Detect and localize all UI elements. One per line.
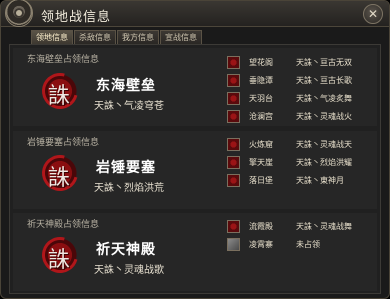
section-title: 岩锤要塞占领信息 bbox=[27, 138, 100, 148]
occupant-name: 落日堡 bbox=[249, 176, 273, 185]
fort-name: 岩锤要塞 bbox=[96, 160, 156, 176]
tab-our-info[interactable]: 我方信息 bbox=[117, 30, 159, 44]
tab-bar: 领地信息 杀敌信息 我方信息 宣战信息 bbox=[31, 30, 202, 44]
close-button[interactable]: ✕ bbox=[363, 4, 383, 24]
occupant-row[interactable]: 火炼窟 天誅丶灵魂战天 bbox=[227, 136, 377, 154]
occupant-row[interactable]: 流霞殿 天誅丶灵魂战舞 bbox=[227, 218, 377, 236]
occupant-name: 火炼窟 bbox=[249, 140, 273, 149]
occupant-row[interactable]: 垂隐潭 天誅丶亘古长歌 bbox=[227, 72, 377, 90]
title-bar: 领地战信息 ✕ bbox=[1, 0, 389, 27]
occupant-row[interactable]: 落日堡 天誅丶東神月 bbox=[227, 172, 377, 190]
occupant-name: 垂隐潭 bbox=[249, 76, 273, 85]
alliance-seal-icon bbox=[227, 110, 240, 123]
fort-alliance: 天誅丶灵魂战歌 bbox=[94, 265, 164, 276]
alliance-seal-icon bbox=[227, 156, 240, 169]
occupant-alliance: 天誅丶灵魂战舞 bbox=[296, 222, 352, 231]
seal-glyph: 誅 bbox=[48, 248, 71, 273]
seal-glyph: 誅 bbox=[48, 84, 71, 109]
section-title: 祈天神殿占领信息 bbox=[27, 220, 100, 230]
guild-emblem-icon bbox=[5, 0, 33, 27]
section-prayer-temple: 祈天神殿占领信息 誅 祈天神殿 天誅丶灵魂战歌 流霞殿 天誅丶灵魂战舞 凌霄寨 … bbox=[13, 213, 377, 291]
occupant-row[interactable]: 沧澜宫 天誅丶灵魂战火 bbox=[227, 108, 377, 126]
occupant-alliance: 天誅丶亘古无双 bbox=[296, 58, 352, 67]
occupant-name: 沧澜宫 bbox=[249, 112, 273, 121]
occupant-alliance: 天誅丶气凌炙舞 bbox=[296, 94, 352, 103]
alliance-seal-icon bbox=[227, 74, 240, 87]
section-title: 东海壁垒占领信息 bbox=[27, 55, 100, 65]
alliance-seal-icon bbox=[227, 92, 240, 105]
seal-glyph: 誅 bbox=[48, 166, 71, 191]
occupant-row[interactable]: 望花阁 天誅丶亘古无双 bbox=[227, 54, 377, 72]
window-title: 领地战信息 bbox=[41, 10, 112, 25]
fort-alliance: 天誅丶气凌穹苍 bbox=[94, 101, 164, 112]
occupant-name: 天羽台 bbox=[249, 94, 273, 103]
alliance-seal-icon: 誅 bbox=[35, 66, 85, 116]
occupant-alliance: 天誅丶烈焰洪耀 bbox=[296, 158, 352, 167]
tab-kill-info[interactable]: 杀敌信息 bbox=[74, 30, 116, 44]
territory-war-window: 领地战信息 ✕ 领地信息 杀敌信息 我方信息 宣战信息 东海壁垒占领信息 誅 东… bbox=[0, 0, 390, 299]
tab-territory-info[interactable]: 领地信息 bbox=[31, 30, 73, 44]
unoccupied-icon bbox=[227, 238, 240, 251]
fort-name: 东海壁垒 bbox=[96, 78, 156, 94]
occupant-list: 流霞殿 天誅丶灵魂战舞 凌霄寨 未占领 bbox=[227, 218, 377, 254]
fort-name: 祈天神殿 bbox=[96, 242, 156, 258]
occupant-alliance: 天誅丶灵魂战火 bbox=[296, 112, 352, 121]
occupant-name: 流霞殿 bbox=[249, 222, 273, 231]
occupant-row[interactable]: 擎天崖 天誅丶烈焰洪耀 bbox=[227, 154, 377, 172]
alliance-seal-icon bbox=[227, 138, 240, 151]
occupant-alliance: 天誅丶灵魂战天 bbox=[296, 140, 352, 149]
occupant-row[interactable]: 天羽台 天誅丶气凌炙舞 bbox=[227, 90, 377, 108]
alliance-seal-icon: 誅 bbox=[35, 230, 85, 280]
tab-declaration-info[interactable]: 宣战信息 bbox=[160, 30, 202, 44]
occupant-list: 火炼窟 天誅丶灵魂战天 擎天崖 天誅丶烈焰洪耀 落日堡 天誅丶東神月 bbox=[227, 136, 377, 190]
occupant-name: 望花阁 bbox=[249, 58, 273, 67]
alliance-seal-icon: 誅 bbox=[35, 148, 85, 198]
occupant-name: 擎天崖 bbox=[249, 158, 273, 167]
occupant-alliance: 天誅丶亘古长歌 bbox=[296, 76, 352, 85]
occupant-alliance: 未占领 bbox=[296, 240, 320, 249]
occupant-name: 凌霄寨 bbox=[249, 240, 273, 249]
section-east-sea-bastion: 东海壁垒占领信息 誅 东海壁垒 天誅丶气凌穹苍 望花阁 天誅丶亘古无双 垂隐潭 … bbox=[13, 48, 377, 126]
section-rock-hammer-fortress: 岩锤要塞占领信息 誅 岩锤要塞 天誅丶烈焰洪荒 火炼窟 天誅丶灵魂战天 擎天崖 … bbox=[13, 131, 377, 209]
territory-content: 东海壁垒占领信息 誅 东海壁垒 天誅丶气凌穹苍 望花阁 天誅丶亘古无双 垂隐潭 … bbox=[9, 44, 381, 294]
alliance-seal-icon bbox=[227, 220, 240, 233]
fort-alliance: 天誅丶烈焰洪荒 bbox=[94, 183, 164, 194]
alliance-seal-icon bbox=[227, 56, 240, 69]
occupant-list: 望花阁 天誅丶亘古无双 垂隐潭 天誅丶亘古长歌 天羽台 天誅丶气凌炙舞 沧澜宫 … bbox=[227, 54, 377, 126]
occupant-row[interactable]: 凌霄寨 未占领 bbox=[227, 236, 377, 254]
occupant-alliance: 天誅丶東神月 bbox=[296, 176, 344, 185]
alliance-seal-icon bbox=[227, 174, 240, 187]
